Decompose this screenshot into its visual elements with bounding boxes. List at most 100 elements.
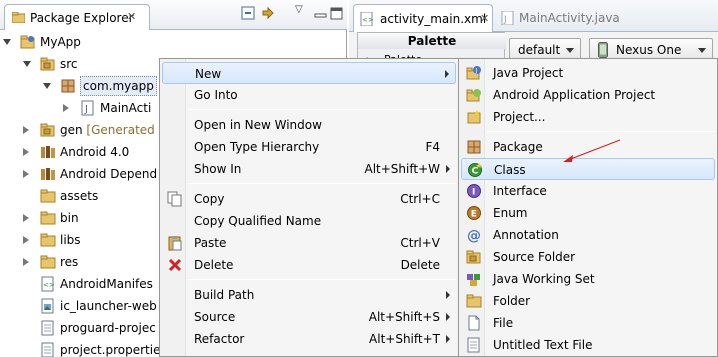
collapsed-twisty-icon[interactable] (23, 236, 29, 244)
tree-item-label: MainActi (100, 97, 151, 119)
collapsed-twisty-icon[interactable] (63, 104, 69, 112)
menu-item-open-in-new-window[interactable]: Open in New Window (162, 114, 456, 136)
folder-icon (40, 232, 56, 248)
android-project-icon (466, 87, 482, 103)
folder-icon (40, 188, 56, 204)
submenu-arrow-icon (446, 335, 450, 343)
menu-separator (487, 131, 715, 132)
tab-activity-main-xml[interactable]: <> activity_main.xml ✕ (353, 4, 493, 32)
menu-item-go-into[interactable]: Go Into (162, 84, 456, 106)
close-icon[interactable]: ✕ (480, 12, 489, 25)
view-menu-icon[interactable]: ▽ (295, 4, 311, 20)
menu-item-label: File (493, 316, 514, 330)
tree-item-name: bin (60, 211, 79, 225)
annotation-icon: @ (466, 227, 482, 244)
text-file-icon (40, 320, 56, 336)
close-icon[interactable]: ✕ (127, 10, 136, 23)
menu-item-show-in[interactable]: Show In Alt+Shift+W (162, 158, 456, 180)
menu-item-copy-qualified-name[interactable]: Copy Qualified Name (162, 210, 456, 232)
device-icon (598, 42, 608, 58)
tree-item-label: Android 4.0 (60, 141, 129, 163)
tab-package-explorer[interactable]: Package Explorer ✕ (4, 4, 150, 30)
new-menu-item-enum[interactable]: E Enum (461, 202, 715, 224)
expanded-twisty-icon[interactable] (43, 83, 51, 89)
new-menu-item-project[interactable]: Project... (461, 106, 715, 128)
menu-item-label: Folder (493, 294, 531, 308)
working-set-icon (466, 271, 482, 287)
maximize-icon[interactable] (329, 6, 345, 22)
menu-separator (188, 109, 456, 110)
collapsed-twisty-icon[interactable] (23, 170, 29, 178)
svg-text:J: J (474, 68, 477, 75)
collapse-all-icon[interactable] (241, 6, 257, 22)
menu-item-paste[interactable]: Paste Ctrl+V (162, 232, 456, 254)
svg-text:J: J (503, 15, 507, 25)
menu-item-new[interactable]: New (162, 62, 456, 84)
tree-item-label: src (60, 53, 78, 75)
menu-item-source[interactable]: Source Alt+Shift+S (162, 306, 456, 328)
new-menu-item-file[interactable]: File (461, 312, 715, 334)
tree-item-label: assets (60, 185, 98, 207)
new-menu-item-folder[interactable]: Folder (461, 290, 715, 312)
tree-item-name: src (60, 57, 78, 71)
collapsed-twisty-icon[interactable] (23, 214, 29, 222)
svg-text:<>: <> (362, 16, 374, 24)
submenu-arrow-icon (446, 165, 450, 173)
tree-item-name: proguard-projec (60, 321, 156, 335)
menu-item-shortcut: Delete (400, 258, 440, 272)
svg-text:<>: <> (43, 281, 55, 289)
java-file-icon: J (80, 100, 96, 116)
new-menu-item-java-working-set[interactable]: Java Working Set (461, 268, 715, 290)
new-menu-item-annotation[interactable]: @ Annotation (461, 224, 715, 246)
tree-item-label: Android Depend (60, 163, 157, 185)
tree-item-decoration: [Generated (82, 123, 155, 137)
tree-item-name: assets (60, 189, 99, 203)
text-file-icon (466, 337, 482, 353)
tree-item-label: bin (60, 207, 79, 229)
tree-item[interactable]: MyApp (0, 31, 346, 53)
editor-tabbar: <> activity_main.xml ✕ J MainActivity.ja… (349, 0, 718, 32)
menu-item-build-path[interactable]: Build Path (162, 284, 456, 306)
menu-item-shortcut: Ctrl+C (400, 192, 440, 206)
collapsed-twisty-icon[interactable] (23, 258, 29, 266)
menu-item-label: Open in New Window (194, 118, 322, 132)
menu-item-label: Android Application Project (493, 88, 656, 102)
tree-item-name: MainActi (100, 101, 152, 115)
new-menu-item-interface[interactable]: I Interface (461, 180, 715, 202)
menu-item-label: Source (194, 310, 236, 324)
tree-item-label: res (60, 251, 78, 273)
new-menu-item-android-application-project[interactable]: Android Application Project (461, 84, 715, 106)
new-submenu: J Java Project Android Application Project… (458, 58, 718, 357)
new-menu-item-source-folder[interactable]: Source Folder (461, 246, 715, 268)
tree-item-name: AndroidManifes (60, 277, 153, 291)
annotation-arrow (563, 139, 621, 162)
menu-item-label: Open Type Hierarchy (194, 140, 320, 154)
package-explorer-tabbar: Package Explorer ✕ ▽ (0, 0, 347, 30)
collapsed-twisty-icon[interactable] (23, 148, 29, 156)
menu-item-label: Interface (493, 184, 547, 198)
paste-icon (167, 235, 183, 251)
menu-item-label: Untitled Text File (493, 338, 593, 352)
tab-main-activity-java[interactable]: J MainActivity.java (497, 4, 718, 32)
interface-icon: I (466, 183, 482, 199)
menu-item-copy[interactable]: Copy Ctrl+C (162, 188, 456, 210)
menu-item-refactor[interactable]: Refactor Alt+Shift+T (162, 328, 456, 350)
svg-text:J: J (84, 104, 88, 115)
menu-item-open-type-hierarchy[interactable]: Open Type Hierarchy F4 (162, 136, 456, 158)
submenu-arrow-icon (446, 291, 450, 299)
palette-title: Palette (358, 33, 506, 49)
expanded-twisty-icon[interactable] (23, 61, 31, 67)
package-icon (466, 139, 482, 155)
menu-item-delete[interactable]: Delete Delete (162, 254, 456, 276)
xml-file-icon: <> (360, 12, 374, 26)
submenu-arrow-icon (446, 313, 450, 321)
link-with-editor-icon[interactable] (261, 6, 277, 22)
new-menu-item-untitled-text-file[interactable]: Untitled Text File (461, 334, 715, 356)
svg-text:C: C (472, 167, 479, 177)
new-menu-item-java-project[interactable]: J Java Project (461, 62, 715, 84)
collapsed-twisty-icon[interactable] (23, 126, 29, 134)
menu-item-shortcut: Alt+Shift+W (364, 162, 441, 176)
source-folder-icon (40, 56, 56, 72)
minimize-icon[interactable] (313, 6, 329, 22)
expanded-twisty-icon[interactable] (3, 39, 11, 45)
